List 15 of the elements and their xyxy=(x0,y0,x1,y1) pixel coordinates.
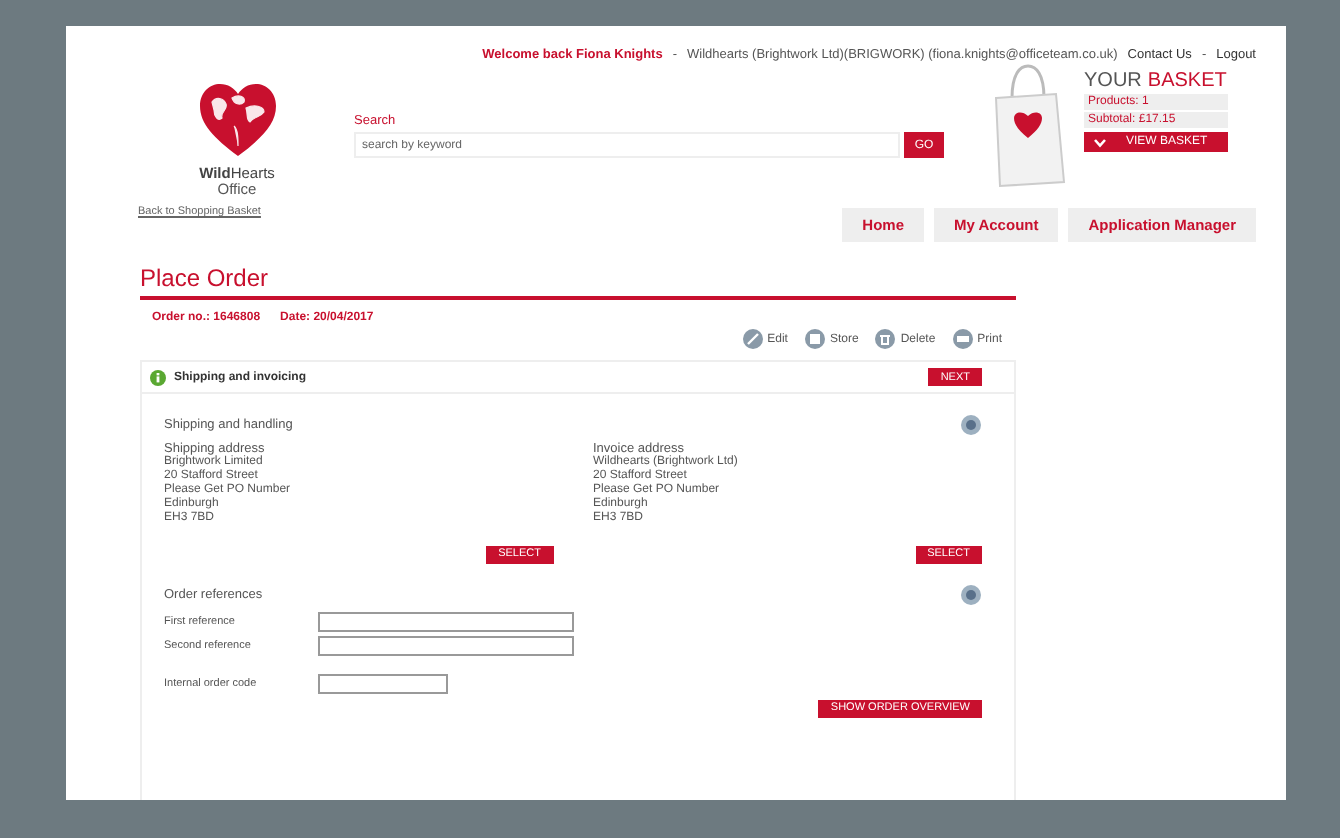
trash-icon xyxy=(874,328,897,350)
pencil-icon xyxy=(741,328,764,350)
basket-title: YOUR xyxy=(1084,70,1142,92)
heart-globe-logo-icon xyxy=(197,82,277,162)
printer-icon xyxy=(951,328,974,350)
info-icon xyxy=(150,369,166,385)
disk-icon xyxy=(803,328,826,350)
chevron-down-icon xyxy=(1094,137,1106,147)
input-field[interactable] xyxy=(318,635,574,656)
help-icon[interactable] xyxy=(960,583,982,606)
help-icon[interactable] xyxy=(960,414,982,436)
page-title: Place Order xyxy=(140,264,1016,300)
basket-title: BASKET xyxy=(1147,70,1227,92)
input-field[interactable] xyxy=(318,673,448,694)
input-field[interactable] xyxy=(318,611,574,632)
